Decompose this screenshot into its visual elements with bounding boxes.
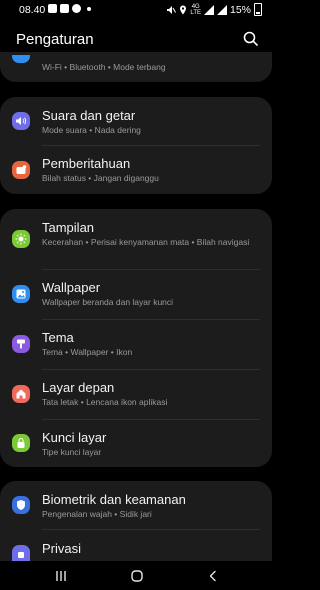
settings-item-home-screen[interactable]: Layar depan Tata letak • Lencana ikon ap… xyxy=(0,369,272,419)
network-type-bottom: LTE xyxy=(190,9,201,16)
shield-icon xyxy=(12,496,30,514)
system-icons: 4G LTE 15% xyxy=(166,3,262,16)
settings-card-display: Tampilan Kecerahan • Perisai kenyamanan … xyxy=(0,209,272,467)
biometrics-subtitle: Pengenalan wajah • Sidik jari xyxy=(42,509,152,519)
connections-icon xyxy=(12,55,30,63)
home-circle-icon xyxy=(131,570,143,582)
themes-subtitle: Tema • Wallpaper • Ikon xyxy=(42,347,133,357)
more-notifications-dot-icon xyxy=(87,6,91,11)
lock-icon xyxy=(12,434,30,452)
biometrics-title: Biometrik dan keamanan xyxy=(42,492,186,507)
sound-icon xyxy=(12,112,30,130)
signal-2-icon xyxy=(216,4,227,15)
connections-subtitle: Wi-Fi • Bluetooth • Mode terbang xyxy=(42,62,166,72)
back-icon xyxy=(209,570,216,582)
notifications-subtitle: Bilah status • Jangan diganggu xyxy=(42,173,159,183)
settings-card-security: Biometrik dan keamanan Pengenalan wajah … xyxy=(0,481,272,561)
sound-title: Suara dan getar xyxy=(42,108,136,123)
settings-card-sound-notifications: Suara dan getar Mode suara • Nada dering… xyxy=(0,97,272,194)
mute-icon xyxy=(167,5,177,14)
settings-item-themes[interactable]: Tema Tema • Wallpaper • Ikon xyxy=(0,319,272,369)
settings-item-biometrics[interactable]: Biometrik dan keamanan Pengenalan wajah … xyxy=(0,481,272,529)
settings-item-wallpaper[interactable]: Wallpaper Wallpaper beranda dan layar ku… xyxy=(0,269,272,319)
settings-card-connections: Wi-Fi • Bluetooth • Mode terbang xyxy=(0,52,272,82)
status-bar: 08.40 4G LTE 15% xyxy=(0,0,272,22)
home-screen-title: Layar depan xyxy=(42,380,115,395)
recent-apps-button[interactable] xyxy=(41,562,81,590)
lock-screen-subtitle: Tipe kunci layar xyxy=(42,447,102,457)
home-button[interactable] xyxy=(117,562,157,590)
battery-icon xyxy=(254,3,262,16)
notifications-icon xyxy=(12,161,30,179)
battery-percent: 15% xyxy=(229,3,251,16)
privacy-title: Privasi xyxy=(42,541,82,556)
network-type-icon: 4G LTE xyxy=(190,4,201,16)
gallery-notification-icon xyxy=(48,4,57,13)
privacy-icon xyxy=(12,545,30,561)
wallpaper-title: Wallpaper xyxy=(42,280,101,295)
themes-icon xyxy=(12,335,30,353)
settings-item-sound[interactable]: Suara dan getar Mode suara • Nada dering xyxy=(0,97,272,145)
wallpaper-icon xyxy=(12,285,30,303)
search-button[interactable] xyxy=(241,29,261,49)
home-icon xyxy=(12,385,30,403)
settings-item-lock-screen[interactable]: Kunci layar Tipe kunci layar xyxy=(0,419,272,467)
image-notification-icon xyxy=(60,4,69,13)
notifications-title: Pemberitahuan xyxy=(42,156,131,171)
lock-screen-title: Kunci layar xyxy=(42,430,107,445)
search-icon xyxy=(243,31,258,46)
settings-item-privacy[interactable]: Privasi xyxy=(0,529,272,561)
chat-notification-icon xyxy=(72,4,81,13)
location-icon xyxy=(180,5,187,14)
themes-title: Tema xyxy=(42,330,74,345)
display-subtitle: Kecerahan • Perisai kenyamanan mata • Bi… xyxy=(42,237,250,247)
status-time: 08.40 xyxy=(19,4,46,16)
navigation-bar xyxy=(0,562,272,590)
display-icon xyxy=(12,230,30,248)
back-button[interactable] xyxy=(193,562,233,590)
sound-subtitle: Mode suara • Nada dering xyxy=(42,125,141,135)
notification-icons xyxy=(48,4,91,13)
settings-item-display[interactable]: Tampilan Kecerahan • Perisai kenyamanan … xyxy=(0,209,272,269)
page-title: Pengaturan xyxy=(16,31,94,48)
display-title: Tampilan xyxy=(42,220,95,235)
home-screen-subtitle: Tata letak • Lencana ikon aplikasi xyxy=(42,397,168,407)
settings-item-connections[interactable]: Wi-Fi • Bluetooth • Mode terbang xyxy=(0,52,272,82)
settings-item-notifications[interactable]: Pemberitahuan Bilah status • Jangan diga… xyxy=(0,145,272,194)
recent-apps-icon xyxy=(56,571,66,581)
signal-icon xyxy=(203,4,214,15)
wallpaper-subtitle: Wallpaper beranda dan layar kunci xyxy=(42,297,174,307)
